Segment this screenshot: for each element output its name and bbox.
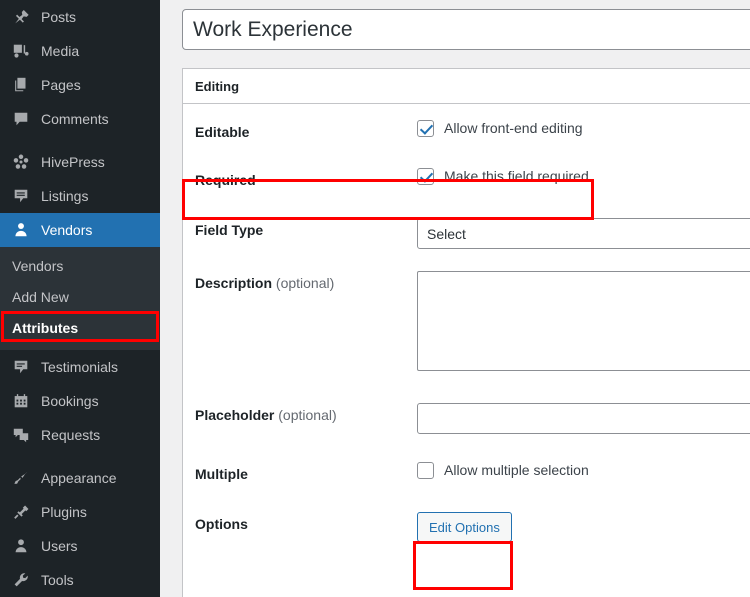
requests-icon <box>10 425 32 445</box>
sidebar-item-users[interactable]: Users <box>0 529 160 563</box>
sidebar-separator-1 <box>0 136 160 145</box>
sidebar-item-listings[interactable]: Listings <box>0 179 160 213</box>
sidebar-item-label: Listings <box>41 189 88 203</box>
field-type-value: Select <box>427 226 466 242</box>
row-field-editable: Allow front-end editing <box>417 120 750 137</box>
sidebar-item-label: Vendors <box>41 223 92 237</box>
sidebar-item-label: Media <box>41 44 79 58</box>
sidebar-item-bookings[interactable]: Bookings <box>0 384 160 418</box>
edit-options-button[interactable]: Edit Options <box>417 512 512 542</box>
row-options: Options Edit Options <box>183 484 750 542</box>
description-label-text: Description <box>195 275 272 291</box>
metabox-header: Editing <box>183 69 750 104</box>
wrench-icon <box>10 570 32 590</box>
row-editable: Editable Allow front-end editing <box>183 104 750 142</box>
sidebar-item-testimonials[interactable]: Testimonials <box>0 350 160 384</box>
vendor-user-icon <box>10 220 32 240</box>
plug-icon <box>10 502 32 522</box>
required-checkbox[interactable] <box>417 168 434 185</box>
listings-icon <box>10 186 32 206</box>
sidebar-item-media[interactable]: Media <box>0 34 160 68</box>
multiple-checkbox-row[interactable]: Allow multiple selection <box>417 462 750 479</box>
testimonial-icon <box>10 357 32 377</box>
row-field-type: Field Type Select <box>183 190 750 249</box>
sidebar-item-requests[interactable]: Requests <box>0 418 160 452</box>
row-label-required: Required <box>195 168 417 190</box>
sidebar-item-label: HivePress <box>41 155 105 169</box>
metabox-body: Editable Allow front-end editing Require… <box>183 104 750 542</box>
sidebar-separator-2 <box>0 452 160 461</box>
editable-checkbox-row[interactable]: Allow front-end editing <box>417 120 750 137</box>
sidebar-item-vendors[interactable]: Vendors <box>0 213 160 247</box>
vendors-submenu: Vendors Add New Attributes <box>0 247 160 350</box>
sidebar-item-plugins[interactable]: Plugins <box>0 495 160 529</box>
sidebar-item-hivepress[interactable]: HivePress <box>0 145 160 179</box>
sidebar-item-comments[interactable]: Comments <box>0 102 160 136</box>
row-field-field-type: Select <box>417 218 750 249</box>
sidebar-item-tools[interactable]: Tools <box>0 563 160 597</box>
row-field-options: Edit Options <box>417 512 750 542</box>
row-label-field-type: Field Type <box>195 218 417 240</box>
pin-icon <box>10 7 32 27</box>
description-textarea[interactable] <box>417 271 750 371</box>
user-icon <box>10 536 32 556</box>
row-label-multiple: Multiple <box>195 462 417 484</box>
required-checkbox-row[interactable]: Make this field required <box>417 168 750 185</box>
row-label-editable: Editable <box>195 120 417 142</box>
row-description: Description (optional) <box>183 249 750 371</box>
paintbrush-icon <box>10 468 32 488</box>
sidebar-item-label: Users <box>41 539 78 553</box>
submenu-item-add-new[interactable]: Add New <box>0 282 160 313</box>
sidebar-item-label: Tools <box>41 573 74 587</box>
sidebar-item-label: Testimonials <box>41 360 118 374</box>
admin-sidebar: Posts Media Pages <box>0 0 160 597</box>
multiple-checkbox[interactable] <box>417 462 434 479</box>
submenu-item-vendors[interactable]: Vendors <box>0 251 160 282</box>
media-icon <box>10 41 32 61</box>
row-field-description <box>417 271 750 371</box>
field-type-select[interactable]: Select <box>417 218 750 249</box>
sidebar-item-appearance[interactable]: Appearance <box>0 461 160 495</box>
required-checkbox-label: Make this field required <box>444 168 589 185</box>
wordpress-admin-screen: Posts Media Pages <box>0 0 750 597</box>
sidebar-item-label: Comments <box>41 112 109 126</box>
row-required: Required Make this field required <box>183 142 750 190</box>
placeholder-label-text: Placeholder <box>195 407 274 423</box>
row-label-description: Description (optional) <box>195 271 417 293</box>
editable-checkbox[interactable] <box>417 120 434 137</box>
sidebar-item-label: Appearance <box>41 471 117 485</box>
submenu-item-attributes[interactable]: Attributes <box>0 313 160 344</box>
comment-icon <box>10 109 32 129</box>
hivepress-icon <box>10 152 32 172</box>
row-field-multiple: Allow multiple selection <box>417 462 750 479</box>
row-field-required: Make this field required <box>417 168 750 185</box>
row-label-options: Options <box>195 512 417 534</box>
sidebar-item-posts[interactable]: Posts <box>0 0 160 34</box>
sidebar-item-label: Bookings <box>41 394 99 408</box>
multiple-checkbox-label: Allow multiple selection <box>444 462 589 479</box>
row-placeholder: Placeholder (optional) <box>183 371 750 434</box>
placeholder-optional-suffix: (optional) <box>278 407 336 423</box>
main-content: Editing Editable Allow front-end editing… <box>160 0 750 597</box>
calendar-icon <box>10 391 32 411</box>
sidebar-item-label: Posts <box>41 10 76 24</box>
pages-icon <box>10 75 32 95</box>
editable-checkbox-label: Allow front-end editing <box>444 120 583 137</box>
sidebar-item-label: Pages <box>41 78 81 92</box>
row-label-placeholder: Placeholder (optional) <box>195 403 417 425</box>
editing-metabox: Editing Editable Allow front-end editing… <box>182 68 750 597</box>
page-title-input[interactable] <box>182 9 750 50</box>
placeholder-input[interactable] <box>417 403 750 434</box>
sidebar-item-label: Requests <box>41 428 100 442</box>
description-optional-suffix: (optional) <box>276 275 334 291</box>
row-multiple: Multiple Allow multiple selection <box>183 434 750 484</box>
row-field-placeholder <box>417 403 750 434</box>
sidebar-item-pages[interactable]: Pages <box>0 68 160 102</box>
sidebar-item-label: Plugins <box>41 505 87 519</box>
